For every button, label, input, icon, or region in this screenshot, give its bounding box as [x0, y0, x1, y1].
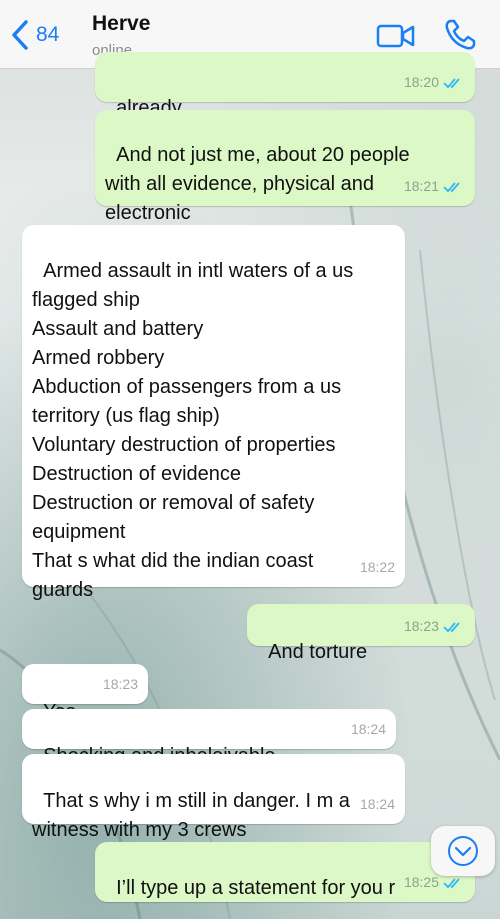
outgoing-message[interactable]: And not just me, about 20 people with al…	[95, 110, 475, 224]
incoming-message[interactable]: Armed assault in intl waters of a us fla…	[22, 225, 405, 601]
scroll-to-bottom-button[interactable]	[431, 826, 495, 876]
back-button[interactable]: 84	[8, 18, 59, 52]
outgoing-message[interactable]: already 18:20	[95, 52, 475, 119]
message-text: Armed assault in intl waters of a us fla…	[32, 260, 354, 601]
video-call-button[interactable]	[376, 22, 416, 50]
message-time: 18:23	[102, 676, 138, 692]
unread-count: 84	[36, 23, 60, 46]
message-time: 18:24	[359, 796, 395, 812]
double-blue-check-icon	[443, 621, 460, 632]
outgoing-message[interactable]: I’ll type up a statement for you r 18:25	[95, 842, 475, 902]
message-time: 18:24	[350, 721, 386, 737]
contact-name[interactable]: Herve	[92, 12, 150, 36]
message-meta: 18:23	[404, 612, 465, 641]
chevron-down-icon	[448, 836, 478, 866]
video-camera-icon	[376, 24, 415, 48]
message-meta: 18:23	[103, 670, 138, 699]
incoming-message[interactable]: Shocking and inbeleivable 18:24	[22, 709, 396, 767]
double-blue-check-icon	[443, 877, 460, 888]
chevron-left-icon	[12, 20, 28, 50]
message-meta: 18:24	[360, 790, 395, 819]
voice-call-button[interactable]	[443, 18, 477, 52]
message-meta: 18:20	[404, 68, 465, 97]
message-time: 18:25	[403, 874, 439, 890]
double-blue-check-icon	[443, 181, 460, 192]
incoming-message[interactable]: That s why i m still in danger. I m a wi…	[22, 754, 405, 841]
message-meta: 18:22	[360, 553, 395, 582]
message-time: 18:21	[403, 178, 439, 194]
message-meta: 18:24	[351, 715, 386, 744]
message-text: And torture	[268, 641, 368, 663]
phone-icon	[445, 19, 476, 50]
message-meta: 18:21	[404, 172, 465, 201]
message-text: I’ll type up a statement for you r	[116, 877, 396, 899]
outgoing-message[interactable]: And torture 18:23	[247, 604, 475, 663]
message-time: 18:23	[403, 618, 439, 634]
message-time: 18:20	[403, 74, 439, 90]
incoming-message[interactable]: Yes 18:23	[22, 664, 148, 723]
message-time: 18:22	[359, 559, 395, 575]
double-blue-check-icon	[443, 77, 460, 88]
